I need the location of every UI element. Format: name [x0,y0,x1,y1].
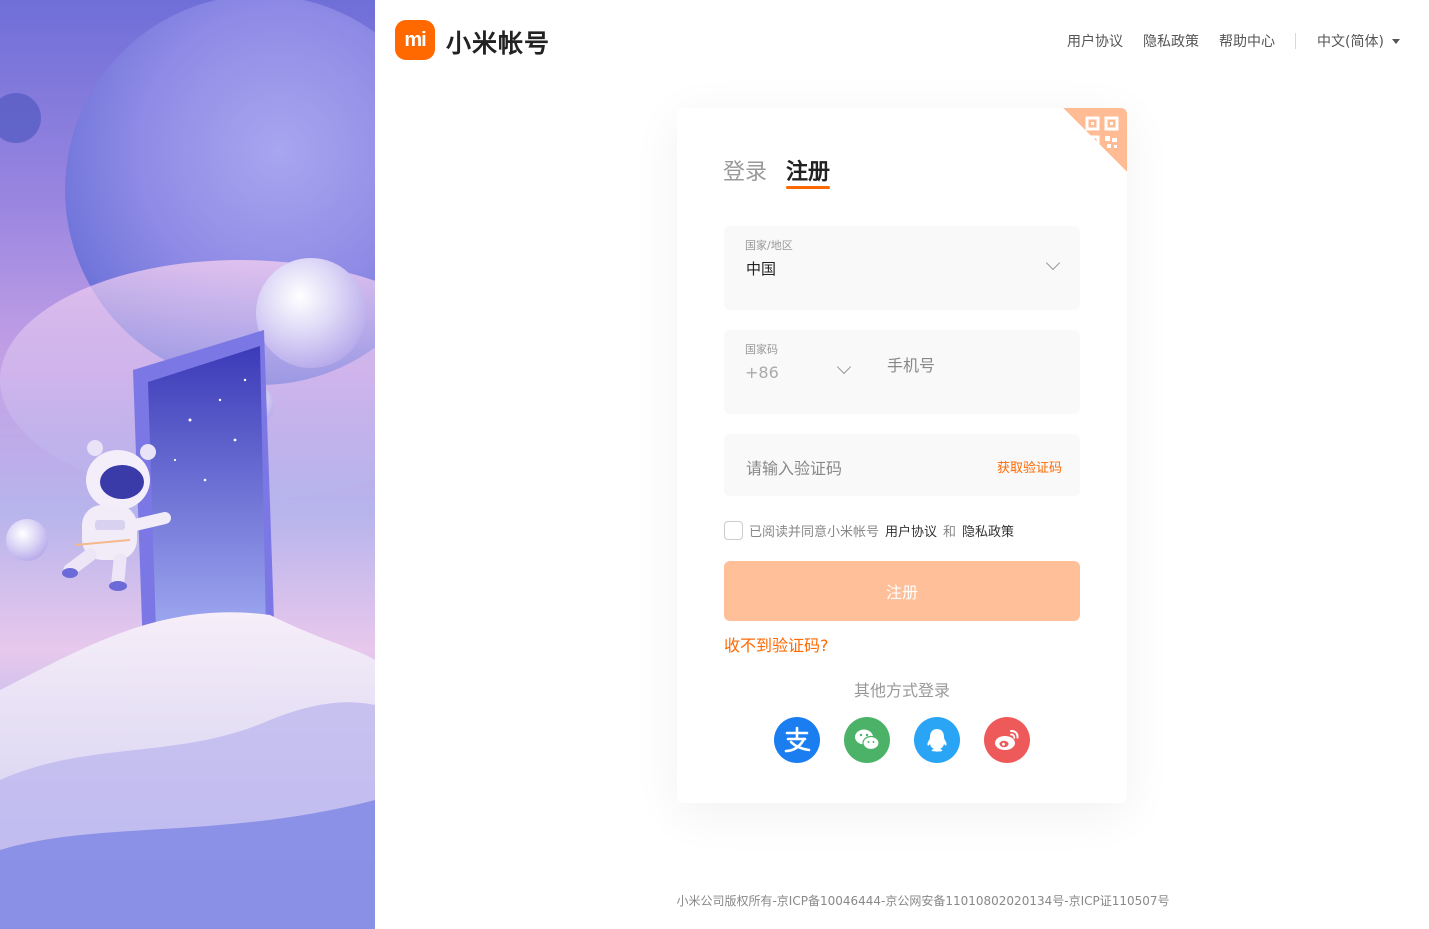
country-code-select[interactable]: 国家码 +86 [724,330,864,414]
country-code-value: +86 [745,363,779,382]
region-label: 国家/地区 [745,239,793,252]
wechat-icon [855,729,880,751]
caret-down-icon [1391,38,1400,44]
verification-code-field: 请输入验证码 获取验证码 [724,434,1080,496]
nav-privacy-policy[interactable]: 隐私政策 [1143,31,1199,51]
qq-login-button[interactable] [914,717,960,763]
tab-login[interactable]: 登录 [723,154,767,186]
register-card: 登录 注册 国家/地区 中国 国家码 +86 手机号 请输入验证码 获取验证码 … [677,108,1127,803]
register-button[interactable]: 注册 [724,561,1080,621]
footer-copyright: 小米公司版权所有-京ICP备10046444-京公网安备110108020201… [676,894,1170,908]
terms-link[interactable]: 用户协议 [885,521,937,540]
agreement-and: 和 [943,524,957,540]
hero-illustration [0,0,375,929]
no-code-link[interactable]: 收不到验证码? [724,632,829,656]
alipay-icon [784,726,811,753]
region-value: 中国 [746,260,777,278]
active-tab-indicator [786,186,830,189]
privacy-link[interactable]: 隐私政策 [962,521,1014,540]
phone-field-group: 国家码 +86 手机号 [724,330,1080,414]
phone-input[interactable]: 手机号 [887,352,935,376]
region-select[interactable]: 国家/地区 中国 [724,226,1080,310]
qq-icon [927,729,947,752]
agreement-text: 已阅读并同意小米帐号 [749,524,880,540]
country-code-label: 国家码 [745,343,778,356]
weibo-icon [995,729,1019,750]
verification-code-input[interactable]: 请输入验证码 [746,455,842,479]
weibo-login-button[interactable] [984,717,1030,763]
space-scene-illustration [0,0,375,929]
chevron-down-icon [836,359,852,375]
qr-login-toggle[interactable] [1063,108,1127,172]
nav-help-center[interactable]: 帮助中心 [1219,31,1275,51]
nav-user-agreement[interactable]: 用户协议 [1067,31,1123,51]
chevron-down-icon [1045,255,1061,271]
alipay-login-button[interactable] [774,717,820,763]
mi-logo[interactable]: mi [395,20,435,60]
wechat-login-button[interactable] [844,717,890,763]
nav-divider [1295,33,1296,49]
language-selector[interactable]: 中文(简体) [1317,31,1400,51]
qr-code-icon [1085,116,1119,150]
brand-title: 小米帐号 [446,29,551,58]
tab-register[interactable]: 注册 [786,154,830,186]
agreement-checkbox[interactable] [724,520,743,540]
other-login-label: 其他方式登录 [853,681,950,700]
language-label: 中文(简体) [1317,34,1384,50]
agreement-row: 已阅读并同意小米帐号 用户协议 和 隐私政策 [724,520,1020,540]
footer: 小米公司版权所有-京ICP备10046444-京公网安备110108020201… [0,892,1429,909]
get-code-button[interactable]: 获取验证码 [997,457,1062,476]
